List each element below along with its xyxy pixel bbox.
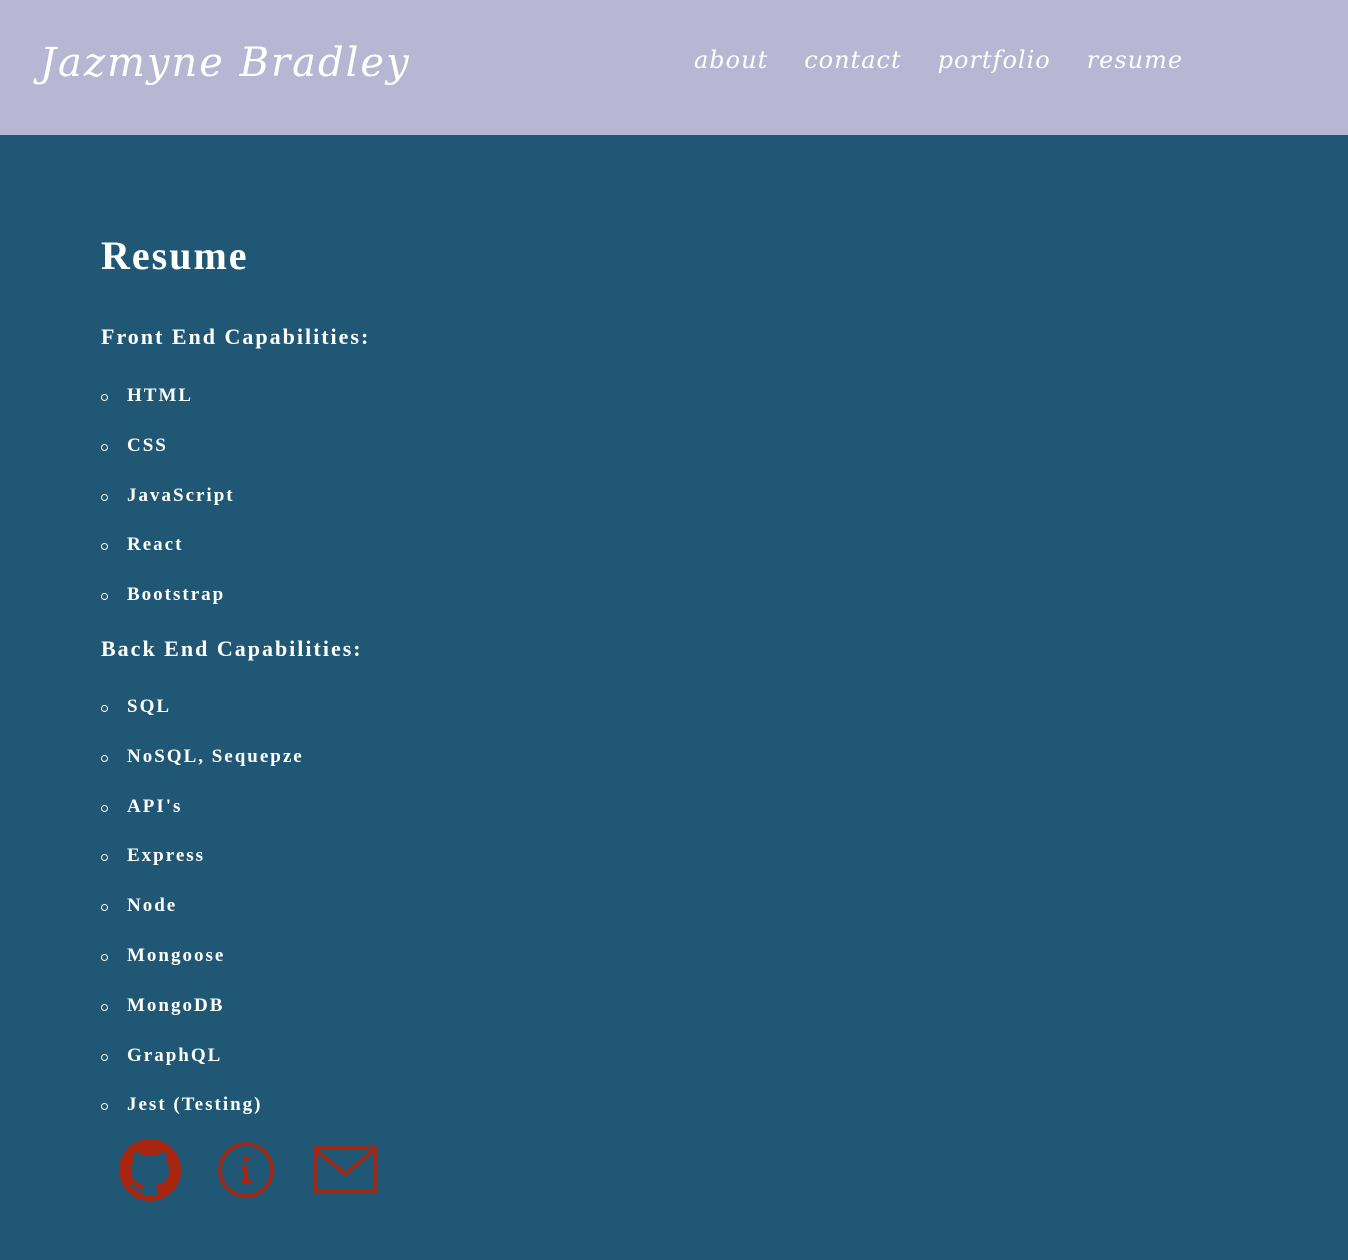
front-end-skill-item: React xyxy=(101,534,235,584)
bullet-icon xyxy=(101,443,108,451)
front-end-skill-item-label: CSS xyxy=(127,434,168,456)
back-end-skill-item-label: MongoDB xyxy=(127,994,225,1016)
back-end-skill-item: GraphQL xyxy=(101,1045,304,1095)
front-end-skill-item-label: React xyxy=(127,534,184,556)
mail-link[interactable] xyxy=(313,1138,378,1202)
back-end-list: SQL NoSQL, Sequepze API's Express Node Mongoo… xyxy=(101,696,304,1144)
bullet-icon xyxy=(101,1053,108,1061)
back-end-skill-item: Express xyxy=(101,845,304,895)
front-end-skill-item-label: JavaScript xyxy=(127,484,235,506)
bullet-icon xyxy=(101,904,108,912)
page-title: Resume xyxy=(101,233,249,278)
front-end-skill-item-label: HTML xyxy=(127,385,194,406)
front-end-skill-item-label: Bootstrap xyxy=(127,584,226,606)
back-end-skill-item-label: API's xyxy=(127,795,183,817)
back-end-skill-item: Node xyxy=(101,895,304,945)
site-brand[interactable]: Jazmyne Bradley xyxy=(40,40,411,86)
bullet-icon xyxy=(101,1103,108,1111)
back-end-skill-item: MongoDB xyxy=(101,995,304,1045)
back-end-skill-item-label: Express xyxy=(127,845,206,867)
back-end-skill-item-label: NoSQL, Sequepze xyxy=(127,745,304,767)
bullet-icon xyxy=(101,593,108,601)
back-end-skill-item-label: GraphQL xyxy=(127,1044,223,1066)
bullet-icon xyxy=(101,394,108,401)
nav-contact[interactable]: contact xyxy=(804,46,901,74)
info-link[interactable] xyxy=(216,1138,280,1202)
info-icon xyxy=(218,1142,274,1198)
bullet-icon xyxy=(101,804,108,812)
bullet-icon xyxy=(101,953,108,961)
back-end-skill-item: SQL xyxy=(101,696,304,746)
back-end-skill-item: NoSQL, Sequepze xyxy=(101,746,304,796)
nav-resume[interactable]: resume xyxy=(1087,46,1183,74)
github-icon xyxy=(119,1139,181,1201)
social-links xyxy=(118,1138,378,1202)
front-end-heading: Front End Capabilities: xyxy=(101,324,371,349)
main-nav: about contact portfolio resume xyxy=(694,46,1183,74)
back-end-skill-item-label: Jest (Testing) xyxy=(127,1094,263,1116)
back-end-heading: Back End Capabilities: xyxy=(101,636,363,661)
bullet-icon xyxy=(101,493,108,501)
bullet-icon xyxy=(101,705,108,712)
back-end-skill-item: API's xyxy=(101,796,304,846)
front-end-skill-item: Bootstrap xyxy=(101,584,235,634)
front-end-skill-item: CSS xyxy=(101,435,235,485)
back-end-skill-item: Jest (Testing) xyxy=(101,1094,304,1144)
nav-about[interactable]: about xyxy=(694,46,768,74)
bullet-icon xyxy=(101,1003,108,1011)
back-end-skill-item: Mongoose xyxy=(101,945,304,995)
resume-section: Resume Front End Capabilities: HTML CSS Ja… xyxy=(101,230,368,1115)
front-end-list: HTML CSS JavaScript React Bootstrap xyxy=(101,385,235,634)
bullet-icon xyxy=(101,854,108,862)
bullet-icon xyxy=(101,754,108,762)
nav-portfolio[interactable]: portfolio xyxy=(938,46,1051,74)
back-end-skill-item-label: Mongoose xyxy=(127,944,226,966)
mail-icon xyxy=(313,1146,377,1193)
github-link[interactable] xyxy=(118,1138,182,1202)
front-end-skill-item: HTML xyxy=(101,385,235,435)
back-end-skill-item-label: SQL xyxy=(127,696,172,717)
front-end-skill-item: JavaScript xyxy=(101,485,235,535)
bullet-icon xyxy=(101,543,108,551)
back-end-skill-item-label: Node xyxy=(127,895,178,917)
site-header: Jazmyne Bradley about contact portfolio … xyxy=(0,0,1348,135)
